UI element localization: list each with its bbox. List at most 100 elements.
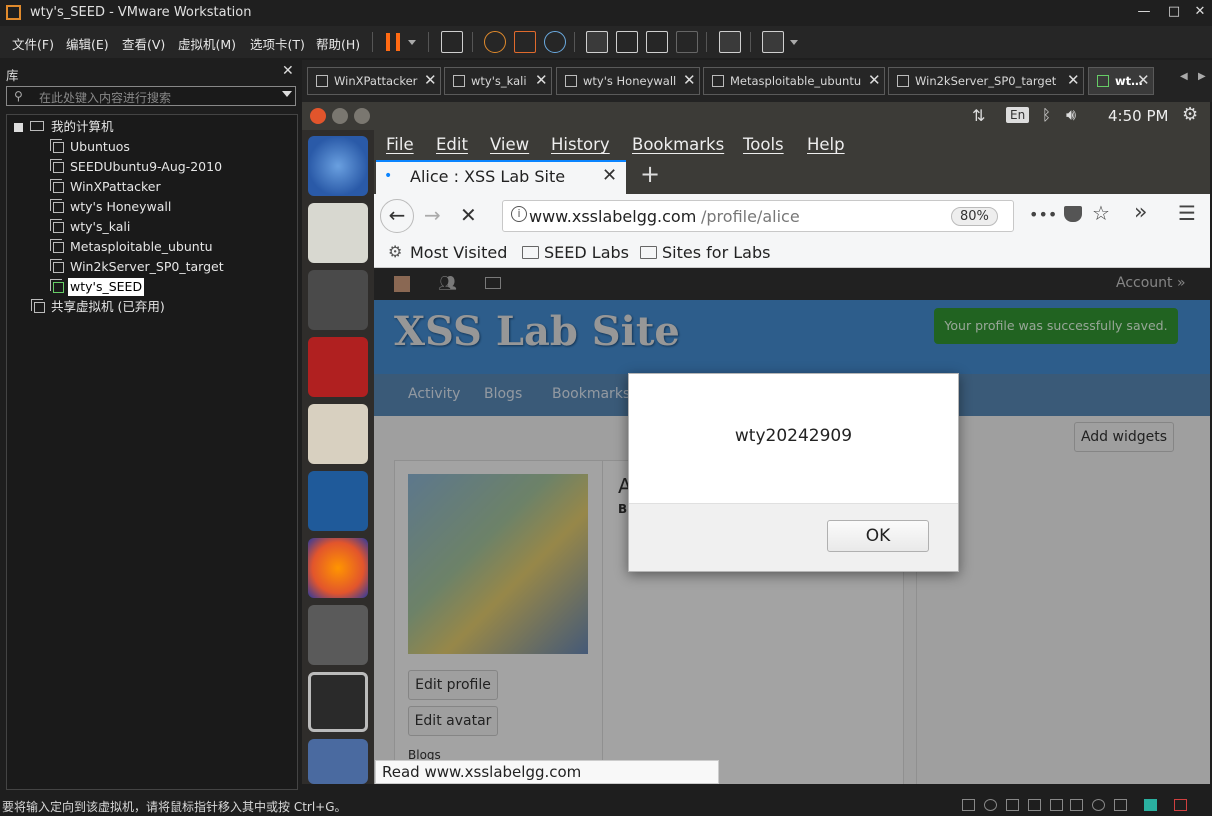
ff-menu-bookmarks[interactable]: Bookmarks: [632, 135, 724, 154]
menu-help[interactable]: 帮助(H): [316, 34, 360, 53]
vm-tab[interactable]: wty's_kali ✕: [444, 67, 552, 95]
cd-drive-icon[interactable]: [984, 799, 997, 811]
close-button[interactable]: ✕: [1188, 4, 1212, 19]
ff-menu-edit[interactable]: Edit: [436, 135, 468, 154]
ff-menu-view[interactable]: View: [490, 135, 529, 154]
show-library-icon[interactable]: [586, 31, 608, 53]
library-search-input[interactable]: 在此处键入内容进行搜索: [6, 86, 296, 106]
page-actions-icon[interactable]: •••: [1029, 205, 1057, 224]
terminal-icon[interactable]: [308, 672, 368, 732]
tree-root-my-computer[interactable]: 我的计算机: [51, 118, 114, 136]
text-editor-icon[interactable]: [308, 203, 368, 263]
vm-tab[interactable]: wty's Honeywall ✕: [556, 67, 700, 95]
hard-disk-icon[interactable]: [962, 799, 975, 811]
revert-snapshot-icon[interactable]: [514, 31, 536, 53]
menu-edit[interactable]: 编辑(E): [66, 34, 109, 53]
hamburger-menu-icon[interactable]: ☰: [1178, 201, 1196, 225]
show-thumbnail-icon[interactable]: [616, 31, 638, 53]
vm-tab[interactable]: Win2kServer_SP0_target ✕: [888, 67, 1084, 95]
ff-menu-file[interactable]: File: [386, 135, 414, 154]
network-adapter-icon[interactable]: [1006, 799, 1019, 811]
zoom-indicator[interactable]: 80%: [951, 207, 998, 226]
sound-icon[interactable]: [1050, 799, 1063, 811]
vm-status-icon[interactable]: [1144, 799, 1157, 811]
menu-vm[interactable]: 虚拟机(M): [178, 34, 236, 53]
tab-scroll-left-icon[interactable]: ◀: [1180, 71, 1188, 82]
clock[interactable]: 4:50 PM: [1108, 107, 1168, 125]
console-icon[interactable]: [719, 31, 741, 53]
send-ctrl-alt-del-icon[interactable]: [441, 31, 463, 53]
close-icon[interactable]: ✕: [683, 71, 696, 89]
tree-vm-item[interactable]: wty's Honeywall: [70, 198, 171, 216]
stretch-icon[interactable]: [762, 31, 784, 53]
window-maximize-button[interactable]: [354, 108, 370, 124]
printer-icon[interactable]: [1070, 799, 1083, 811]
tree-shared-vms[interactable]: 共享虚拟机 (已弃用): [51, 298, 165, 316]
ubuntu-dash-icon[interactable]: [308, 136, 368, 196]
stop-icon[interactable]: ✕: [460, 203, 477, 227]
info-icon[interactable]: i: [511, 206, 527, 222]
tree-vm-item[interactable]: Win2kServer_SP0_target: [70, 258, 224, 276]
tree-vm-item-selected[interactable]: wty's_SEED: [68, 278, 145, 296]
new-tab-icon[interactable]: +: [640, 160, 660, 188]
overflow-icon[interactable]: »: [1134, 200, 1147, 225]
firefox-icon[interactable]: [308, 538, 368, 598]
system-settings-icon[interactable]: [308, 605, 368, 665]
snapshot-icon[interactable]: [484, 31, 506, 53]
bluetooth-icon[interactable]: ᛒ: [1042, 106, 1051, 124]
vm-tab-active[interactable]: wt… ✕: [1088, 67, 1154, 95]
bookmark-sites-for-labs[interactable]: Sites for Labs: [662, 243, 770, 262]
bookmark-most-visited[interactable]: Most Visited: [410, 243, 507, 262]
window-minimize-button[interactable]: [332, 108, 348, 124]
bookmark-star-icon[interactable]: ☆: [1092, 201, 1110, 225]
volume-icon[interactable]: 🔊︎: [1066, 105, 1076, 125]
alert-icon[interactable]: [1174, 799, 1187, 811]
ff-menu-history[interactable]: History: [551, 135, 610, 154]
dropdown-arrow-icon[interactable]: [790, 40, 798, 45]
snapshot-manager-icon[interactable]: [544, 31, 566, 53]
close-icon[interactable]: ✕: [1137, 71, 1150, 89]
usb-icon[interactable]: [1028, 799, 1041, 811]
tree-vm-item[interactable]: Ubuntuos: [70, 138, 130, 156]
tree-vm-item[interactable]: SEEDUbuntu9-Aug-2010: [70, 158, 222, 176]
collapse-icon[interactable]: [14, 123, 23, 132]
close-icon[interactable]: ✕: [1067, 71, 1080, 89]
close-icon[interactable]: ✕: [424, 71, 437, 89]
tree-vm-item[interactable]: WinXPattacker: [70, 178, 161, 196]
back-button[interactable]: ←: [380, 199, 414, 233]
vm-tab[interactable]: Metasploitable_ubuntu ✕: [703, 67, 885, 95]
terminator-icon[interactable]: [308, 337, 368, 397]
unity-icon[interactable]: [676, 31, 698, 53]
tab-scroll-right-icon[interactable]: ▶: [1198, 71, 1206, 82]
menu-view[interactable]: 查看(V): [122, 34, 165, 53]
menu-tabs[interactable]: 选项卡(T): [250, 34, 305, 53]
menu-file[interactable]: 文件(F): [12, 34, 54, 53]
tree-vm-item[interactable]: Metasploitable_ubuntu: [70, 238, 213, 256]
gear-icon[interactable]: ⚙: [1182, 104, 1198, 125]
pocket-icon[interactable]: [1064, 206, 1082, 222]
bookmark-seed-labs[interactable]: SEED Labs: [544, 243, 629, 262]
wireshark-icon[interactable]: [308, 471, 368, 531]
file-manager-icon[interactable]: [308, 404, 368, 464]
messages-icon[interactable]: [1114, 799, 1127, 811]
network-icon[interactable]: ⇅: [972, 106, 985, 125]
chevron-down-icon[interactable]: [282, 91, 292, 97]
ok-button[interactable]: OK: [827, 520, 929, 552]
close-icon[interactable]: ✕: [868, 71, 881, 89]
close-icon[interactable]: ✕: [535, 71, 548, 89]
ff-menu-help[interactable]: Help: [807, 135, 845, 154]
trash-icon[interactable]: [308, 739, 368, 784]
close-icon[interactable]: ✕: [602, 165, 617, 186]
dropdown-arrow-icon[interactable]: [408, 40, 416, 45]
sublime-text-icon[interactable]: [308, 270, 368, 330]
maximize-button[interactable]: □: [1162, 4, 1186, 19]
forward-icon[interactable]: →: [424, 203, 441, 227]
window-close-button[interactable]: [310, 108, 326, 124]
minimize-button[interactable]: —: [1132, 4, 1156, 19]
tree-vm-item[interactable]: wty's_kali: [70, 218, 130, 236]
vm-tab[interactable]: WinXPattacker ✕: [307, 67, 441, 95]
display-icon[interactable]: [1092, 799, 1105, 811]
library-close-button[interactable]: ✕: [282, 63, 294, 79]
keyboard-lang-indicator[interactable]: En: [1006, 107, 1030, 123]
pause-icon[interactable]: [386, 33, 400, 51]
